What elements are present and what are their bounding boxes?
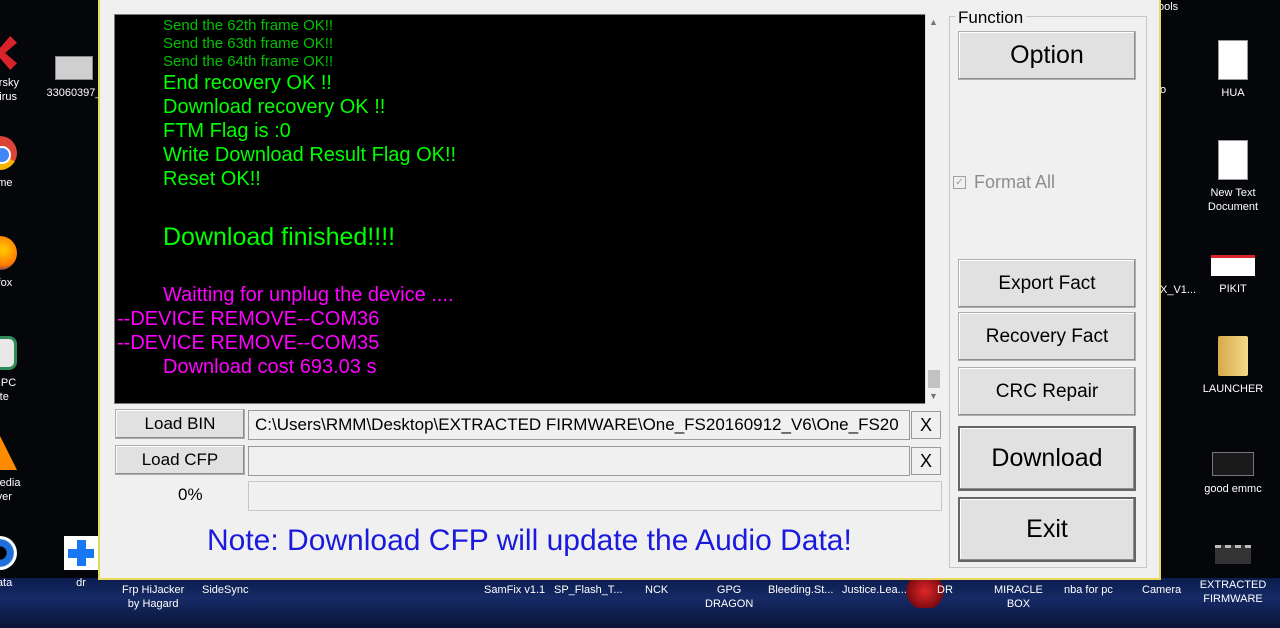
log-line: Download recovery OK !! (163, 96, 386, 118)
text-file-icon (1218, 140, 1248, 180)
scroll-thumb[interactable] (928, 370, 940, 388)
sidesync-label[interactable]: SideSync (202, 583, 248, 597)
hua-file-icon[interactable]: HUA (1185, 40, 1280, 100)
chrome-logo-icon (0, 136, 17, 170)
launcher-folder-icon[interactable]: LAUNCHER (1185, 336, 1280, 396)
bleeding-steel-label[interactable]: Bleeding.St... (768, 583, 833, 597)
tools-label[interactable]: ools (1158, 0, 1178, 14)
nck-label[interactable]: NCK (645, 583, 668, 597)
function-group-title: Function (955, 8, 1027, 28)
desktop-icon-label: C media layer (0, 477, 21, 503)
miracle-box-label[interactable]: MIRACLE BOX (994, 583, 1043, 611)
clear-cfp-button[interactable]: X (911, 447, 941, 475)
extracted-firmware-icon[interactable]: EXTRACTED FIRMWARE (1185, 545, 1280, 606)
desktop-icon-label: EXTRACTED FIRMWARE (1199, 579, 1267, 605)
chip-icon (1215, 545, 1251, 564)
log-line: --DEVICE REMOVE--COM35 (117, 332, 380, 354)
option-button[interactable]: Option (958, 31, 1136, 80)
eye-icon (0, 536, 17, 570)
scroll-up-icon[interactable]: ▲ (926, 14, 941, 30)
format-all-checkbox[interactable]: ✓ Format All (953, 172, 1055, 193)
justice-league-label[interactable]: Justice.Lea... (842, 583, 907, 597)
desktop-icon-label: LAUNCHER (1202, 383, 1264, 395)
desktop-icon-label: 33060397_ (46, 87, 102, 99)
progress-bar (248, 481, 942, 511)
pikit-image-icon (1211, 255, 1255, 276)
pikit-icon[interactable]: PIKIT (1185, 255, 1280, 296)
load-cfp-button[interactable]: Load CFP (115, 445, 245, 475)
format-all-label: Format All (974, 172, 1056, 192)
folder-icon (1218, 336, 1248, 376)
vlc-icon[interactable]: C media layer (0, 436, 48, 504)
log-scrollbar[interactable]: ▲ ▼ (925, 14, 941, 404)
log-line: Reset OK!! (163, 168, 261, 190)
scroll-down-icon[interactable]: ▼ (926, 388, 941, 404)
log-line: End recovery OK !! (163, 72, 332, 94)
load-bin-button[interactable]: Load BIN (115, 409, 245, 439)
firefox-icon[interactable]: refox (0, 236, 48, 290)
nokia-logo-icon (0, 336, 17, 370)
audio-data-note: Note: Download CFP will update the Audio… (207, 524, 852, 557)
chrome-icon[interactable]: rome (0, 136, 48, 190)
recovery-fact-button[interactable]: Recovery Fact (958, 312, 1136, 361)
nba-for-pc-label[interactable]: nba for pc (1064, 583, 1113, 597)
new-text-document-icon[interactable]: New Text Document (1185, 140, 1280, 214)
firefox-logo-icon (0, 236, 17, 270)
bin-path-field[interactable]: C:\Users\RMM\Desktop\EXTRACTED FIRMWARE\… (248, 410, 910, 440)
good-emmc-icon[interactable]: good emmc (1185, 452, 1280, 496)
log-line: --DEVICE REMOVE--COM36 (117, 308, 380, 330)
desktop-icon-label: good emmc (1204, 483, 1262, 495)
download-button[interactable]: Download (958, 426, 1136, 491)
progress-percent: 0% (178, 485, 203, 504)
cfp-path-field[interactable] (248, 446, 910, 476)
log-line: Send the 62th frame OK!! (163, 17, 334, 34)
log-line: FTM Flag is :0 (163, 120, 291, 142)
desktop-icon-label: mata (0, 577, 13, 589)
desktop-icon-label: HUA (1221, 87, 1245, 99)
text-file-icon (1218, 40, 1248, 80)
camera-label[interactable]: Camera (1142, 583, 1181, 597)
log-line: Send the 63th frame OK!! (163, 35, 334, 52)
nokia-pc-suite-icon[interactable]: kia PC uite (0, 336, 48, 404)
screenshot-thumb-icon (1212, 452, 1254, 476)
exit-button[interactable]: Exit (958, 497, 1136, 562)
desktop-icon-label: kia PC uite (0, 377, 17, 403)
desktop-icon-label: refox (0, 277, 13, 289)
log-line: Send the 64th frame OK!! (163, 53, 334, 70)
vlc-cone-icon (0, 436, 17, 470)
log-line: Write Download Result Flag OK!! (163, 144, 457, 166)
frp-hijacker-label[interactable]: Frp HiJacker by Hagard (122, 583, 184, 611)
log-line: Download finished!!!! (163, 223, 396, 251)
desktop-icon-label: rome (0, 177, 13, 189)
clear-bin-button[interactable]: X (911, 411, 941, 439)
log-line: Waitting for unplug the device .... (163, 284, 454, 306)
log-line: Download cost 693.03 s (163, 356, 377, 378)
desktop-icon-label: PIKIT (1219, 283, 1247, 295)
desktop-icon-label: New Text Document (1207, 187, 1259, 213)
export-fact-button[interactable]: Export Fact (958, 259, 1136, 308)
crc-repair-button[interactable]: CRC Repair (958, 367, 1136, 416)
dr-label[interactable]: DR (937, 583, 953, 597)
desktop-icon-label: spersky ti-Virus (0, 77, 19, 103)
image-thumbnail-icon (55, 56, 93, 80)
sp-flash-tool-label[interactable]: SP_Flash_T... (554, 583, 622, 597)
checkbox-check-icon: ✓ (953, 176, 966, 189)
kaspersky-logo-icon (0, 36, 17, 70)
log-console[interactable]: Send the 62th frame OK!! Send the 63th f… (114, 14, 926, 404)
samfix-label[interactable]: SamFix v1.1 (484, 583, 545, 597)
desktop-icon-label: dr (76, 577, 86, 589)
gpg-dragon-label[interactable]: GPG DRAGON (705, 583, 753, 611)
plus-cross-icon (64, 536, 98, 570)
